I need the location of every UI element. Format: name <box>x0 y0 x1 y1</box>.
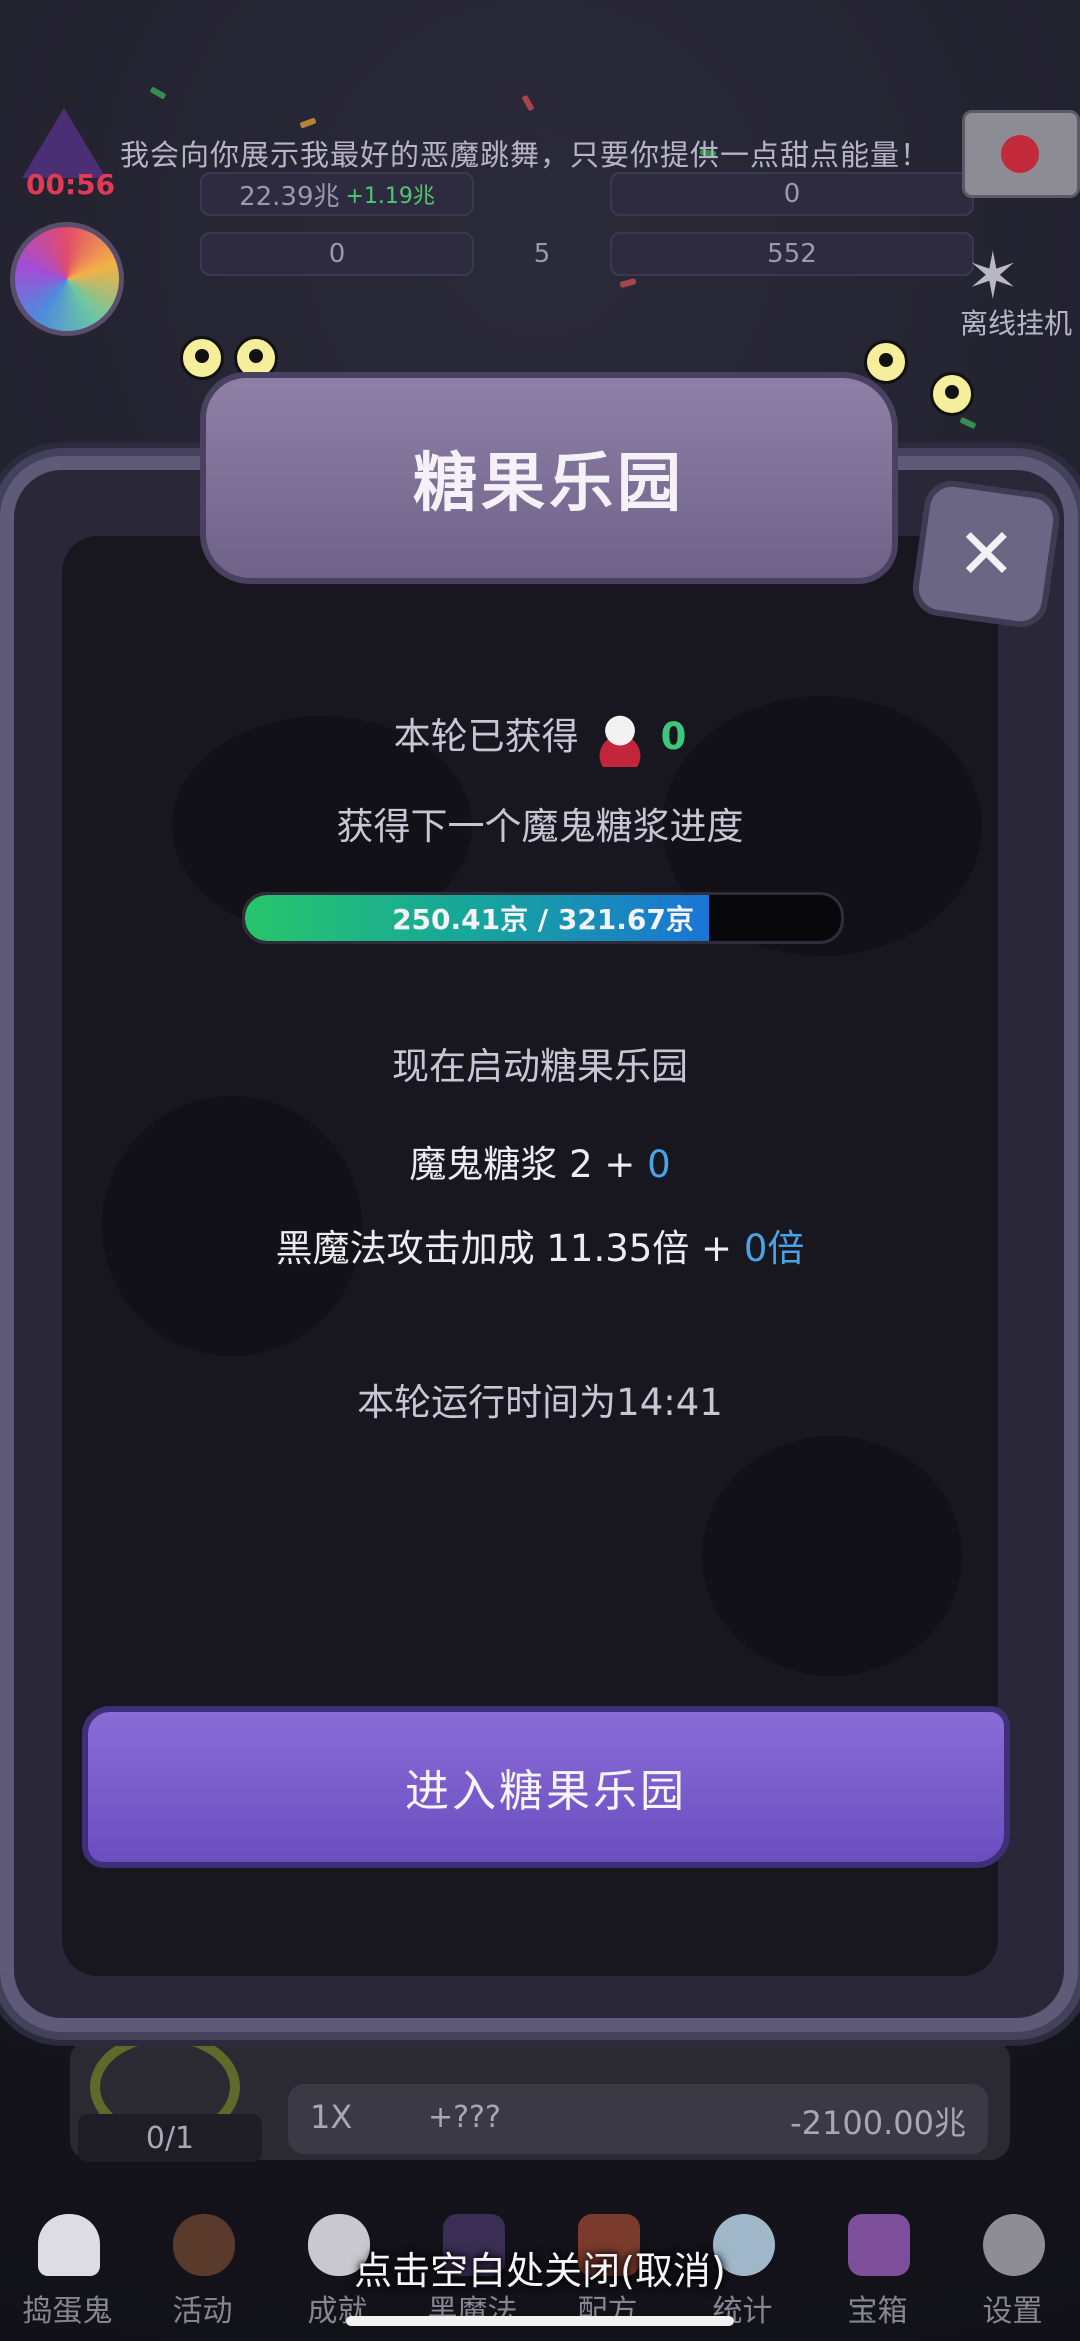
earned-label: 本轮已获得 <box>393 715 579 758</box>
syrup-progress-bar: 250.41京 / 321.67京 <box>242 892 844 944</box>
magic-label: 黑魔法攻击加成 11.35倍 + <box>275 1227 744 1270</box>
income-delta: +1.19兆 <box>345 184 435 209</box>
event-timer: 00:56 <box>26 168 116 201</box>
syrup-line: 魔鬼糖浆 2 + 0 <box>0 1134 1080 1188</box>
dismiss-hint[interactable]: 点击空白处关闭(取消) <box>0 2240 1080 2295</box>
magic-bonus: 0倍 <box>743 1227 805 1270</box>
title-plank: 糖果乐园 <box>200 372 898 584</box>
upgrade-count: 0/1 <box>78 2114 262 2162</box>
skull-potion-icon <box>596 710 643 767</box>
magic-bonus-line: 黑魔法攻击加成 11.35倍 + 0倍 <box>0 1218 1080 1272</box>
income-value: 22.39兆 <box>239 181 340 212</box>
monster-eye-icon <box>180 336 224 380</box>
runtime-text: 本轮运行时间为14:41 <box>357 1381 723 1424</box>
buy-multiplier: 1X <box>310 2098 353 2136</box>
mail-button[interactable] <box>962 110 1080 198</box>
stat-left: 0 <box>200 232 474 276</box>
buy-gain: +??? <box>428 2100 501 2135</box>
background-blob <box>702 1436 962 1676</box>
syrup-bonus: 0 <box>647 1143 671 1186</box>
close-icon: ✕ <box>956 513 1016 595</box>
home-indicator[interactable] <box>346 2316 734 2326</box>
offline-idle-label[interactable]: 离线挂机 <box>960 302 1072 342</box>
syrup-label: 魔鬼糖浆 2 + <box>409 1143 648 1186</box>
enter-button-label: 进入糖果乐园 <box>405 1766 687 1817</box>
buy-cost: -2100.00兆 <box>790 2104 966 2142</box>
progress-text: 250.41京 / 321.67京 <box>392 903 694 936</box>
cat-eye-icon <box>864 340 908 384</box>
mail-seal-icon <box>1001 135 1039 173</box>
earned-this-round: 本轮已获得 0 <box>0 706 1080 767</box>
dialogue-banner: 我会向你展示我最好的恶魔跳舞，只要你提供一点甜点能量！ <box>120 138 931 172</box>
modal-title: 糖果乐园 <box>413 447 685 521</box>
start-title: 现在启动糖果乐园 <box>392 1045 688 1088</box>
earned-value: 0 <box>660 715 687 758</box>
close-button[interactable]: ✕ <box>909 477 1063 631</box>
income-stat: 22.39兆 +1.19兆 <box>200 172 474 216</box>
enter-candy-land-button[interactable]: 进入糖果乐园 <box>82 1706 1010 1868</box>
progress-title: 获得下一个魔鬼糖浆进度 <box>336 805 744 848</box>
buy-upgrade-button[interactable]: 1X +??? -2100.00兆 <box>288 2084 988 2154</box>
stat-top-right: 0 <box>610 172 974 216</box>
cat-eye-icon <box>930 372 974 416</box>
stat-right: 552 <box>610 232 974 276</box>
candy-orb-icon[interactable] <box>10 222 124 336</box>
stat-mid: 5 <box>533 239 551 269</box>
